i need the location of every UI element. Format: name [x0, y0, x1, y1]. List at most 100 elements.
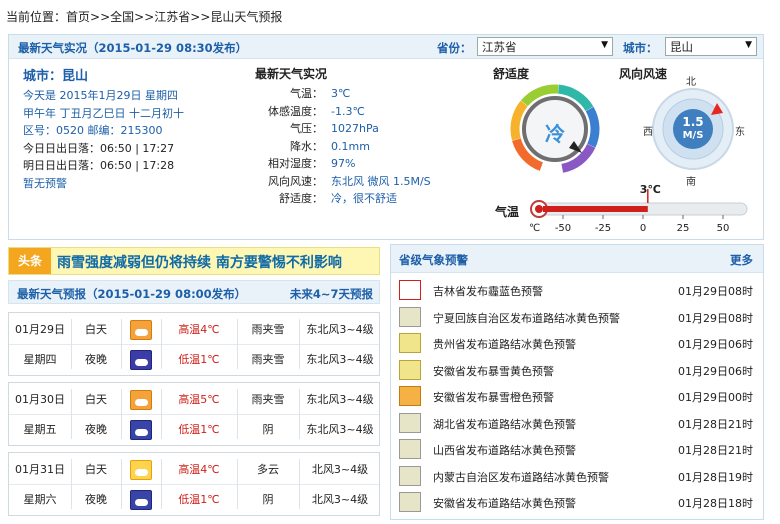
warning-date: 01月29日08时: [678, 285, 753, 298]
column-divider: [161, 459, 162, 509]
obs-key: 气压：: [290, 122, 323, 135]
breadcrumb-current: 昆山天气预报: [210, 10, 283, 24]
warning-item[interactable]: 湖北省发布道路结冰黄色预警 01月28日21时: [391, 410, 763, 436]
province-label: 省份：: [437, 41, 472, 55]
breadcrumb-sep: >>: [134, 10, 155, 24]
breadcrumb-province[interactable]: 江苏省: [154, 10, 190, 24]
column-divider: [71, 459, 72, 509]
overcast-night-icon: [130, 490, 152, 510]
breadcrumb-sep: >>: [90, 10, 111, 24]
breadcrumb-sep: >>: [190, 10, 211, 24]
wind-speed-unit: M/S: [682, 130, 704, 141]
warning-date: 01月29日06时: [678, 364, 753, 378]
warning-text[interactable]: 贵州省发布道路结冰黄色预警: [433, 336, 576, 352]
forecast-weather: 多云: [257, 463, 279, 476]
temp-tick-label: 0: [639, 223, 647, 234]
forecast-date: 01月30日: [15, 393, 65, 406]
gauges: 舒适度 风向风速 冷 北 南 西 东 1.5 M/S 气温 3℃ ℃ -50 -…: [485, 63, 761, 238]
warnings-panel: 省级气象预警 更多 吉林省发布霾蓝色预警 01月29日08时 宁夏回族自治区发布道路…: [390, 244, 764, 520]
obs-key: 体感温度：: [268, 104, 323, 118]
obs-row: 风向风速： 东北风 微风 1.5M/S: [255, 173, 455, 191]
warning-text[interactable]: 山西省发布道路结冰黄色预警: [433, 442, 576, 458]
column-divider: [121, 459, 122, 509]
warning-status: 暂无预警: [23, 176, 67, 190]
breadcrumb-country[interactable]: 全国: [110, 10, 134, 24]
row-divider: [9, 484, 379, 485]
warning-text[interactable]: 安徽省发布道路结冰黄色预警: [433, 495, 576, 511]
headline-text[interactable]: 雨雪强度减弱但仍将持续 南方要警惕不利影响: [57, 252, 342, 272]
obs-key: 风向风速：: [268, 174, 323, 188]
warning-level-icon: [399, 465, 421, 486]
wind-compass: [652, 88, 734, 170]
forecast-day-row: 01月31日 白天 高温4℃ 多云 北风3~4级: [9, 456, 379, 484]
realtime-observation: 最新天气实况 气温： 3℃ 体感温度： -1.3℃ 气压： 1027hPa 降水： 0.…: [255, 65, 455, 208]
warning-text[interactable]: 宁夏回族自治区发布道路结冰黄色预警: [433, 310, 620, 326]
rain-snow-icon: [130, 320, 152, 340]
observation-bar: 最新天气实况（2015-01-29 08:30发布） 省份： 江苏省 ▼ 城市：…: [9, 35, 763, 59]
warning-item[interactable]: 宁夏回族自治区发布道路结冰黄色预警 01月29日08时: [391, 304, 763, 330]
warning-item[interactable]: 贵州省发布道路结冰黄色预警 01月29日06时: [391, 330, 763, 356]
province-select[interactable]: 江苏省 ▼: [477, 37, 613, 56]
today-sun-times: 今日日出日落：06:50 | 17:27: [23, 141, 175, 155]
obs-row: 气温： 3℃: [255, 85, 455, 103]
forecast-temp: 高温5℃: [178, 393, 220, 406]
column-divider: [237, 459, 238, 509]
warning-item[interactable]: 安徽省发布暴雪黄色预警 01月29日06时: [391, 357, 763, 383]
column-divider: [121, 389, 122, 439]
column-divider: [237, 389, 238, 439]
obs-value: -1.3℃: [331, 104, 365, 118]
warning-text[interactable]: 吉林省发布霾蓝色预警: [433, 283, 543, 299]
headline-banner[interactable]: 头条 雨雪强度减弱但仍将持续 南方要警惕不利影响: [8, 247, 380, 275]
forecast-wind: 东北风3~4级: [306, 323, 374, 336]
forecast-night-row: 星期六 夜晚 低温1℃ 阴 北风3~4级: [9, 486, 379, 514]
warning-date: 01月29日06时: [678, 338, 753, 351]
city-select-value: 昆山: [670, 40, 693, 54]
forecast-more-link[interactable]: 未来4~7天预报: [290, 286, 373, 302]
overcast-night-icon: [130, 420, 152, 440]
comfort-gauge-value: 冷: [545, 122, 565, 146]
forecast-weather: 雨夹雪: [251, 393, 285, 406]
forecast-wind: 东北风3~4级: [306, 393, 374, 406]
obs-row: 降水： 0.1mm: [255, 138, 455, 156]
forecast-temp: 高温4℃: [178, 463, 220, 476]
forecast-day: 01月29日 白天 高温4℃ 雨夹雪 东北风3~4级 星期四 夜晚 低温1℃ 雨夹雪 东北风3~4…: [8, 312, 380, 376]
obs-value: 97%: [331, 157, 356, 170]
compass-west: 西: [643, 127, 653, 138]
obs-row: 相对湿度： 97%: [255, 155, 455, 173]
warning-item[interactable]: 山西省发布道路结冰黄色预警 01月28日21时: [391, 436, 763, 462]
forecast-period: 白天: [85, 393, 107, 406]
lunar-date: 甲午年 丁丑月乙巳日 十二月初十: [23, 106, 184, 120]
warning-item[interactable]: 安徽省发布暴雪橙色预警 01月29日00时: [391, 383, 763, 409]
warning-item[interactable]: 吉林省发布霾蓝色预警 01月29日08时: [391, 277, 763, 303]
warning-date: 01月28日18时: [678, 497, 753, 510]
forecast-wind: 北风3~4级: [311, 493, 369, 506]
forecast-weather: 雨夹雪: [251, 353, 285, 366]
forecast-weather: 阴: [262, 423, 274, 436]
column-divider: [161, 389, 162, 439]
forecast-period: 夜晚: [85, 423, 107, 436]
city-select[interactable]: 昆山 ▼: [665, 37, 757, 56]
compass-south: 南: [686, 177, 696, 188]
forecast-weather: 阴: [262, 493, 274, 506]
forecast-weekday: 星期四: [23, 353, 57, 366]
warning-text[interactable]: 安徽省发布暴雪黄色预警: [433, 363, 554, 379]
warning-text[interactable]: 湖北省发布道路结冰黄色预警: [433, 416, 576, 432]
province-select-value: 江苏省: [482, 40, 517, 54]
column-divider: [71, 319, 72, 369]
tomorrow-sun-times: 明日日出日落：06:50 | 17:28: [23, 159, 175, 172]
column-divider: [161, 319, 162, 369]
city-info: 城市：昆山 今天是 2015年1月29日 星期四 甲午年 丁丑月乙巳日 十二月初…: [23, 65, 253, 192]
warning-date: 01月28日21时: [678, 444, 753, 457]
warning-item[interactable]: 内蒙古自治区发布道路结冰黄色预警 01月28日19时: [391, 463, 763, 489]
obs-value: 0.1mm: [331, 139, 370, 153]
warning-item[interactable]: 安徽省发布道路结冰黄色预警 01月28日18时: [391, 489, 763, 515]
obs-value: 3℃: [331, 87, 351, 100]
warning-date: 01月29日00时: [678, 391, 753, 404]
forecast-day: 01月31日 白天 高温4℃ 多云 北风3~4级 星期六 夜晚 低温1℃ 阴北风3~4级: [8, 452, 380, 516]
warning-text[interactable]: 内蒙古自治区发布道路结冰黄色预警: [433, 469, 609, 485]
column-divider: [237, 319, 238, 369]
warnings-more-link[interactable]: 更多: [730, 252, 753, 268]
breadcrumb-home[interactable]: 首页: [66, 10, 90, 24]
obs-row: 舒适度： 冷，很不舒适: [255, 190, 455, 208]
warning-text[interactable]: 安徽省发布暴雪橙色预警: [433, 389, 554, 405]
